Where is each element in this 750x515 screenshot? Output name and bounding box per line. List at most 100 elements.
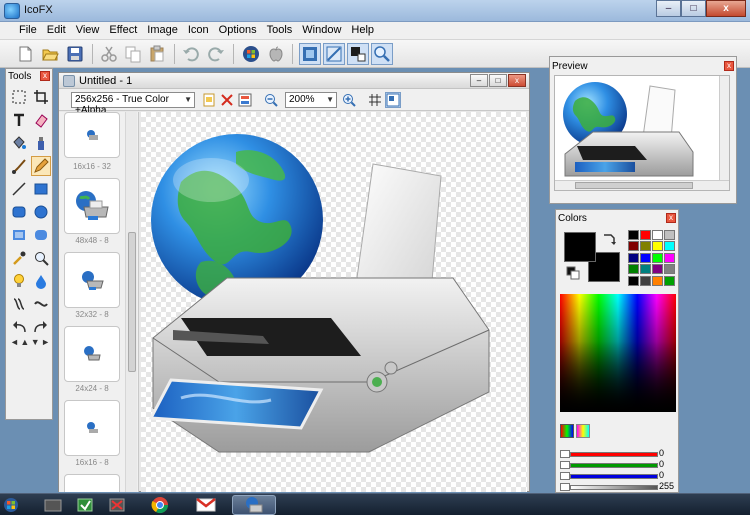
app2-icon[interactable] [70,495,100,515]
green-slider-knob[interactable] [560,461,570,469]
menu-view[interactable]: View [71,22,105,39]
test-mode-icon[interactable] [323,43,345,65]
ellipse-tool-icon[interactable] [31,202,51,222]
preview-vscroll[interactable] [719,76,729,182]
menu-options[interactable]: Options [214,22,262,39]
palette-swatch[interactable] [652,264,663,275]
windows-logo-icon[interactable] [240,43,262,65]
eraser-tool-icon[interactable] [31,110,51,130]
red-slider[interactable]: 0 [560,448,676,458]
preview-hscroll[interactable] [555,180,729,190]
swap-colors-icon[interactable] [602,232,616,246]
menu-icon[interactable]: Icon [183,22,214,39]
blur-tool-icon[interactable] [9,294,29,314]
properties-icon[interactable] [347,43,369,65]
paste-icon[interactable] [146,43,168,65]
thumbnail-scrollbar-thumb[interactable] [128,232,136,372]
palette-swatch[interactable] [640,252,651,263]
smudge-tool-icon[interactable] [31,294,51,314]
arrow-up-icon[interactable]: ▲ [20,337,29,351]
palette-swatch[interactable] [640,264,651,275]
rgb-mode-icon[interactable] [560,424,574,438]
menu-file[interactable]: File [14,22,42,39]
preview-panel-close-button[interactable]: x [724,61,734,71]
thumbnail-item[interactable] [64,178,120,234]
menu-image[interactable]: Image [142,22,183,39]
zoom-icon[interactable] [371,43,393,65]
reset-colors-icon[interactable] [566,266,580,280]
hsv-mode-icon[interactable] [576,424,590,438]
eyedropper-tool-icon[interactable] [9,248,29,268]
selection-tool-icon[interactable] [9,87,29,107]
fill-tool-icon[interactable] [9,133,29,153]
palette-swatch[interactable] [640,241,651,252]
new-icon[interactable] [14,43,36,65]
drop-tool-icon[interactable] [31,271,51,291]
redo-curve-tool-icon[interactable] [31,317,51,337]
thumbnail-item[interactable] [64,252,120,308]
palette-swatch[interactable] [664,264,675,275]
document-close-button[interactable]: x [508,74,526,87]
document-minimize-button[interactable]: – [470,74,488,87]
gmail-icon[interactable] [186,495,226,515]
brush-tool-icon[interactable] [9,156,29,176]
redo-icon[interactable] [205,43,227,65]
alpha-slider[interactable]: 255 [560,481,676,491]
palette-swatch[interactable] [628,230,639,240]
zoom-select[interactable]: 200% ▼ [285,92,337,108]
red-slider-knob[interactable] [560,450,570,458]
image-options-icon[interactable] [237,92,253,108]
copy-icon[interactable] [122,43,144,65]
thumbnail-scrollbar[interactable] [125,112,137,492]
palette-swatch[interactable] [664,241,675,252]
palette-swatch[interactable] [652,252,663,263]
minimize-button[interactable]: – [656,0,681,17]
zoom-out-icon[interactable] [263,92,279,108]
magnifier-tool-icon[interactable] [31,248,51,268]
alpha-slider-knob[interactable] [560,483,570,491]
palette-swatch[interactable] [640,275,651,286]
rounded-rectangle-tool-icon[interactable] [9,202,29,222]
delete-image-icon[interactable] [219,92,235,108]
thumbnail-item[interactable] [64,326,120,382]
palette-swatch[interactable] [628,264,639,275]
blue-slider-knob[interactable] [560,472,570,480]
app3-icon[interactable] [102,495,132,515]
arrow-right-icon[interactable]: ► [41,337,50,351]
pencil-tool-icon[interactable] [31,156,51,176]
filled-rounded-tool-icon[interactable] [31,225,51,245]
palette-swatch[interactable] [628,252,639,263]
blue-slider[interactable]: 0 [560,470,676,480]
undo-icon[interactable] [180,43,202,65]
icon-canvas[interactable] [141,112,527,492]
new-image-icon[interactable] [201,92,217,108]
menu-effect[interactable]: Effect [104,22,142,39]
palette-swatch[interactable] [664,275,675,286]
preview-hscroll-thumb[interactable] [575,182,693,189]
menu-tools[interactable]: Tools [262,22,298,39]
palette-swatch[interactable] [652,230,663,240]
arrows-tool-row[interactable]: ◄ ▲ ▼ ► [10,337,50,351]
green-slider[interactable]: 0 [560,459,676,469]
format-select[interactable]: 256x256 - True Color +Alpha ▼ [71,92,195,116]
thumbnail-item[interactable] [64,474,120,492]
cut-icon[interactable] [98,43,120,65]
palette-swatch[interactable] [652,275,663,286]
icofx-icon[interactable] [232,495,276,515]
maximize-button[interactable]: □ [681,0,706,17]
start-icon[interactable] [2,495,20,515]
menu-edit[interactable]: Edit [42,22,71,39]
filled-rect-tool-icon[interactable] [9,225,29,245]
preview-toggle-icon[interactable] [385,92,401,108]
thumbnail-item[interactable] [64,112,120,158]
app1-icon[interactable] [38,495,68,515]
open-icon[interactable] [39,43,61,65]
light-bulb-tool-icon[interactable] [9,271,29,291]
zoom-in-icon[interactable] [341,92,357,108]
foreground-color-swatch[interactable] [564,232,596,262]
text-tool-icon[interactable] [9,110,29,130]
palette-swatch[interactable] [664,230,675,240]
thumbnail-item[interactable] [64,400,120,456]
rectangle-tool-icon[interactable] [31,179,51,199]
bottle-tool-icon[interactable] [31,133,51,153]
